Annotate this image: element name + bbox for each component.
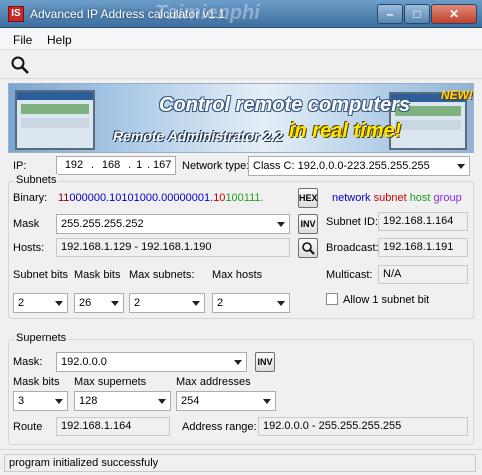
supernet-mask-value: 192.0.0.0 xyxy=(61,356,107,368)
max-subnets-value: 2 xyxy=(134,297,141,309)
mask-bits-label: Mask bits xyxy=(74,269,121,281)
max-supernets-label: Max supernets xyxy=(74,376,147,388)
chevron-down-icon xyxy=(457,164,465,169)
subnet-id-field[interactable]: 192.168.1.164 xyxy=(378,212,468,231)
max-addresses-label: Max addresses xyxy=(176,376,251,388)
max-hosts-label: Max hosts xyxy=(212,269,263,281)
supernet-invert-button[interactable]: INV xyxy=(255,352,275,372)
mask-bits-select[interactable]: 26 xyxy=(74,293,124,313)
legend-subnet: subnet xyxy=(373,192,407,204)
binary-network-bits: 11 xyxy=(58,192,70,204)
banner-screenshot-left xyxy=(15,90,95,150)
max-hosts-value: 2 xyxy=(217,297,224,309)
ad-banner[interactable]: Control remote computers Remote Administ… xyxy=(8,83,474,153)
hex-button[interactable]: HEX xyxy=(298,188,318,208)
subnet-id-label: Subnet ID: xyxy=(326,216,378,228)
chevron-down-icon xyxy=(55,399,63,404)
ip-octet-1: 192 xyxy=(64,159,84,171)
ip-label: IP: xyxy=(13,160,27,172)
ip-octet-2: 168 xyxy=(101,159,121,171)
supernet-mask-select[interactable]: 192.0.0.0 xyxy=(56,352,247,372)
multicast-label: Multicast: xyxy=(326,269,373,281)
max-addresses-value: 254 xyxy=(181,395,200,407)
banner-product-name: Remote Administrator 2.2 xyxy=(113,128,283,144)
supernet-mask-label: Mask: xyxy=(13,356,43,368)
max-supernets-value: 128 xyxy=(79,395,98,407)
banner-slogan-bottom: in real time! xyxy=(289,120,402,142)
legend-group: group xyxy=(433,192,462,204)
network-type-label: Network type: xyxy=(182,160,250,172)
multicast-field[interactable]: N/A xyxy=(378,265,468,284)
chevron-down-icon xyxy=(234,360,242,365)
mask-bits-value: 26 xyxy=(79,297,92,309)
watermark-logo: Taimienphi xyxy=(155,2,260,24)
chevron-down-icon xyxy=(158,399,166,404)
banner-new-badge: NEW! xyxy=(441,88,473,102)
subnet-bits-label: Subnet bits xyxy=(13,269,69,281)
ip-octet-3: 1 xyxy=(136,159,143,171)
route-label: Route xyxy=(13,421,43,433)
ip-octet-4: 167 xyxy=(153,159,172,171)
toolbar xyxy=(0,51,482,79)
allow-subnet-bit-checkbox[interactable] xyxy=(326,293,338,305)
broadcast-field[interactable]: 192.168.1.191 xyxy=(378,238,468,257)
chevron-down-icon xyxy=(263,399,271,404)
status-bar: program initialized successfuly xyxy=(0,449,482,475)
network-type-value: Class C: 192.0.0.0-223.255.255.255 xyxy=(253,160,430,172)
max-supernets-select[interactable]: 128 xyxy=(74,391,171,411)
lookup-button[interactable] xyxy=(298,238,318,258)
menu-bar: File Help xyxy=(0,29,482,50)
subnet-bits-value: 2 xyxy=(18,297,25,309)
chevron-down-icon xyxy=(277,301,285,306)
allow-subnet-bit-label: Allow 1 subnet bit xyxy=(343,294,430,306)
broadcast-label: Broadcast: xyxy=(326,242,379,254)
subnets-group-title: Subnets xyxy=(14,174,59,186)
network-type-select[interactable]: Class C: 192.0.0.0-223.255.255.255 xyxy=(248,156,470,176)
close-button[interactable]: ✕ xyxy=(431,4,477,24)
hosts-range-field[interactable]: 192.168.1.129 - 192.168.1.190 xyxy=(56,238,290,257)
subnet-bits-select[interactable]: 2 xyxy=(13,293,68,313)
magnifier-icon xyxy=(302,242,315,255)
binary-network-bits-rest: 000000.10101000.00000001. xyxy=(69,192,214,204)
banner-slogan-top: Control remote computers xyxy=(159,94,411,116)
bit-color-legend: network subnet host group xyxy=(332,192,462,204)
title-bar[interactable]: IS Advanced IP Address calculator v1.1 T… xyxy=(0,0,482,28)
subnet-mask-select[interactable]: 255.255.255.252 xyxy=(56,214,290,234)
menu-file[interactable]: File xyxy=(13,33,32,47)
ip-address-input[interactable]: 192. 168. 1. 167 xyxy=(56,156,176,175)
max-addresses-select[interactable]: 254 xyxy=(176,391,276,411)
address-range-label: Address range: xyxy=(182,421,257,433)
max-subnets-select[interactable]: 2 xyxy=(129,293,205,313)
route-field[interactable]: 192.168.1.164 xyxy=(56,417,170,436)
mask-label: Mask xyxy=(13,218,40,230)
maximize-button[interactable]: □ xyxy=(404,4,430,24)
supernet-mask-bits-label: Mask bits xyxy=(13,376,60,388)
menu-help[interactable]: Help xyxy=(47,33,72,47)
max-subnets-label: Max subnets: xyxy=(129,269,195,281)
legend-host: host xyxy=(409,192,431,204)
subnet-mask-value: 255.255.255.252 xyxy=(61,218,144,230)
binary-host-bits: 100111. xyxy=(225,192,264,204)
status-text: program initialized successfuly xyxy=(4,454,476,472)
chevron-down-icon xyxy=(111,301,119,306)
binary-subnet-bits: 10 xyxy=(213,192,226,204)
binary-value: 11000000.10101000.00000001.10100111. xyxy=(58,192,264,204)
minimize-button[interactable]: – xyxy=(377,4,403,24)
max-hosts-select[interactable]: 2 xyxy=(212,293,290,313)
legend-network: network xyxy=(332,192,371,204)
chevron-down-icon xyxy=(192,301,200,306)
app-icon: IS xyxy=(8,6,24,22)
chevron-down-icon xyxy=(55,301,63,306)
hosts-label: Hosts: xyxy=(13,242,45,254)
search-icon[interactable] xyxy=(10,55,30,75)
binary-label: Binary: xyxy=(13,192,48,204)
address-range-field[interactable]: 192.0.0.0 - 255.255.255.255 xyxy=(258,417,468,436)
chevron-down-icon xyxy=(277,222,285,227)
invert-mask-button[interactable]: INV xyxy=(298,214,318,234)
supernet-mask-bits-select[interactable]: 3 xyxy=(13,391,68,411)
supernets-group-title: Supernets xyxy=(14,332,69,344)
supernet-mask-bits-value: 3 xyxy=(18,395,25,407)
